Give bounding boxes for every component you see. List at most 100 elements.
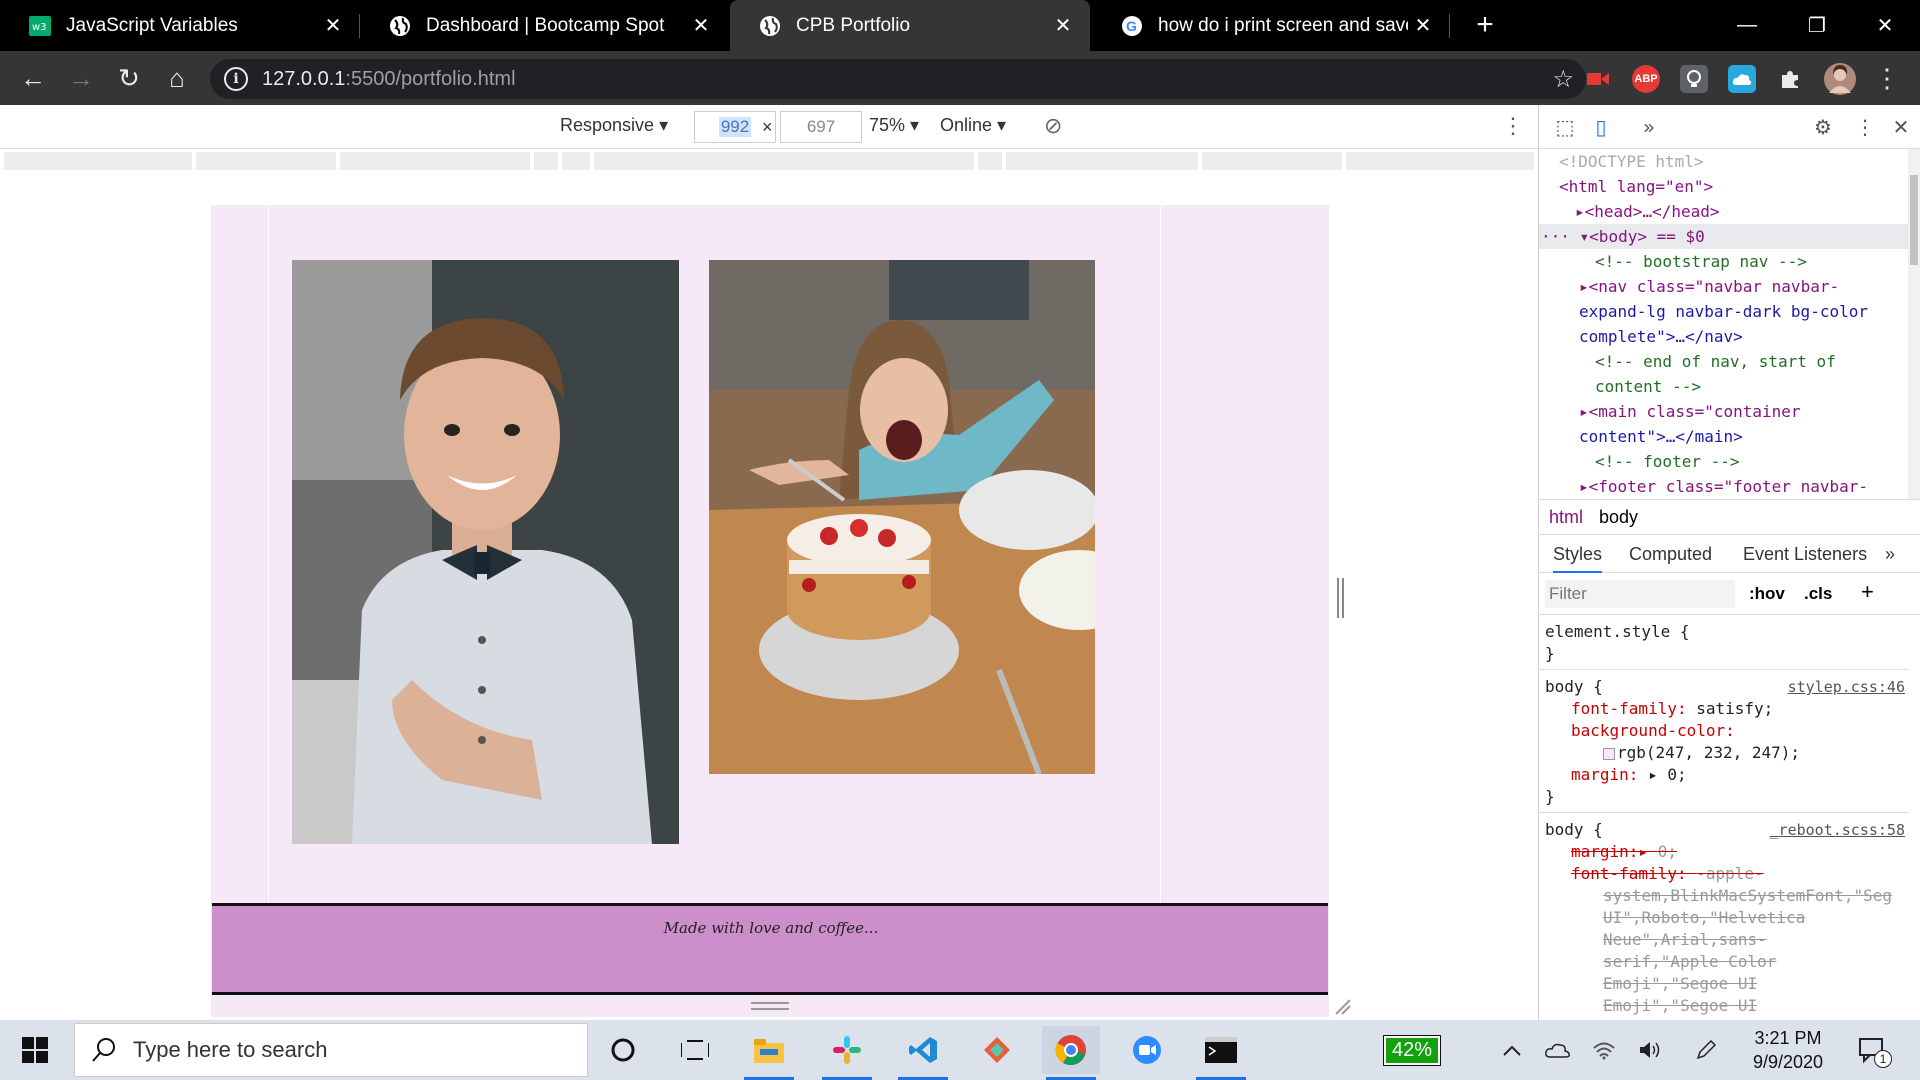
tab-title: JavaScript Variables (66, 14, 238, 36)
close-devtools-icon[interactable]: ✕ (1889, 115, 1913, 139)
zoom-icon[interactable] (1118, 1026, 1176, 1074)
viewport-corner-resize-handle[interactable] (1332, 996, 1352, 1016)
home-button[interactable]: ⌂ (158, 59, 196, 97)
start-button[interactable] (6, 1026, 64, 1074)
breadcrumb-body[interactable]: body (1599, 507, 1638, 528)
tab-computed[interactable]: Computed (1629, 544, 1712, 565)
settings-gear-icon[interactable]: ⚙ (1811, 115, 1835, 139)
browser-toolbar: ← → ↻ ⌂ i 127.0.0.1:5500/portfolio.html … (0, 51, 1920, 105)
media-query-bar (0, 149, 1538, 175)
notification-center-icon[interactable]: 1 (1852, 1020, 1892, 1080)
cls-toggle[interactable]: .cls (1804, 584, 1832, 604)
network-throttle-dropdown[interactable]: Online ▾ (940, 115, 1006, 136)
viewport-height-resize-handle[interactable] (751, 1002, 789, 1010)
pen-icon[interactable] (1690, 1020, 1722, 1080)
source-link[interactable]: stylep.css:46 (1788, 676, 1905, 698)
more-panels-icon[interactable]: » (1637, 115, 1661, 139)
elements-scrollbar[interactable] (1908, 149, 1920, 499)
forward-button[interactable]: → (62, 59, 100, 97)
search-icon (92, 1038, 115, 1062)
terminal-icon[interactable] (1192, 1026, 1250, 1080)
portfolio-page: Made with love and coffee... (211, 205, 1329, 1017)
reload-button[interactable]: ↻ (110, 59, 148, 97)
new-style-rule-button[interactable]: + (1861, 579, 1874, 605)
element-node[interactable]: ▸<main class="container (1539, 399, 1909, 424)
adblock-icon[interactable]: ABP (1632, 65, 1660, 93)
tab-styles[interactable]: Styles (1553, 544, 1603, 573)
bookmark-star-icon[interactable]: ☆ (1552, 65, 1574, 94)
device-mode-dropdown[interactable]: Responsive ▾ (560, 115, 668, 136)
tab-bootcamp-spot[interactable]: Dashboard | Bootcamp Spot ✕ (360, 0, 728, 51)
tab-cpb-portfolio[interactable]: CPB Portfolio ✕ (730, 0, 1090, 51)
close-tab-icon[interactable]: ✕ (686, 13, 716, 38)
cloud-ext-icon[interactable] (1728, 65, 1756, 93)
element-style-rule[interactable]: element.style { } (1539, 615, 1909, 670)
system-clock[interactable]: 3:21 PM 9/9/2020 (1748, 1026, 1828, 1074)
slack-icon[interactable] (818, 1026, 876, 1080)
rotate-icon[interactable]: ⊘ (1044, 113, 1062, 139)
show-hidden-icons-chevron[interactable] (1496, 1020, 1528, 1080)
close-tab-icon[interactable]: ✕ (1408, 13, 1438, 38)
taskbar-search-box[interactable]: Type here to search (74, 1023, 588, 1077)
viewport-width-resize-handle[interactable] (1337, 578, 1344, 618)
restore-button[interactable]: ❐ (1782, 0, 1852, 51)
element-node[interactable]: <!-- end of nav, start of (1539, 349, 1909, 374)
cortana-icon[interactable] (594, 1026, 652, 1074)
body-rule-stylep[interactable]: body { stylep.css:46 font-family: satisf… (1539, 670, 1909, 813)
styles-filter-input[interactable] (1545, 580, 1735, 608)
element-node[interactable]: <html lang="en"> (1539, 174, 1909, 199)
inspect-element-icon[interactable]: ⬚ (1553, 115, 1577, 139)
new-tab-button[interactable]: + (1466, 6, 1504, 44)
address-bar[interactable]: i 127.0.0.1:5500/portfolio.html ☆ (210, 59, 1586, 99)
google-icon: G (1120, 14, 1144, 38)
device-options-icon[interactable]: ⋮ (1502, 113, 1524, 139)
devtools-menu-icon[interactable]: ⋮ (1853, 115, 1877, 139)
vscode-icon[interactable] (894, 1026, 952, 1080)
zoom-dropdown[interactable]: 75% ▾ (869, 115, 919, 136)
camera-ext-icon[interactable] (1584, 65, 1612, 93)
body-rule-reboot[interactable]: body { _reboot.scss:58 margin:▸ 0; font-… (1539, 813, 1909, 1020)
breadcrumb-html[interactable]: html (1549, 507, 1583, 528)
clock-date: 9/9/2020 (1752, 1052, 1824, 1072)
clock-time: 3:21 PM (1754, 1028, 1822, 1048)
close-tab-icon[interactable]: ✕ (318, 13, 348, 38)
globe-icon (388, 14, 412, 38)
wifi-icon[interactable] (1588, 1020, 1620, 1080)
puzzle-icon[interactable] (1776, 65, 1804, 93)
close-tab-icon[interactable]: ✕ (1048, 13, 1078, 38)
site-info-icon[interactable]: i (224, 67, 248, 91)
tab-google-search[interactable]: G how do i print screen and save to ✕ (1092, 0, 1450, 51)
close-window-button[interactable]: ✕ (1850, 0, 1920, 51)
windows-taskbar: Type here to search 42% 3:21 PM 9/9/2020… (0, 1020, 1920, 1080)
tab-event-listeners[interactable]: Event Listeners (1743, 544, 1867, 565)
file-explorer-icon[interactable] (740, 1026, 798, 1080)
onedrive-icon[interactable] (1540, 1020, 1576, 1080)
element-node[interactable]: <!-- footer --> (1539, 449, 1909, 474)
device-toolbar-toggle-icon[interactable]: ▯ (1589, 115, 1613, 139)
hov-toggle[interactable]: :hov (1749, 584, 1785, 604)
chrome-icon[interactable] (1042, 1026, 1100, 1080)
gitkraken-icon[interactable] (968, 1026, 1026, 1074)
more-tabs-icon[interactable]: » (1885, 544, 1895, 565)
styles-filter-bar: :hov .cls + (1539, 573, 1920, 615)
element-node-cont: expand-lg navbar-dark bg-color (1579, 302, 1868, 321)
element-node[interactable]: ▸<head>…</head> (1539, 199, 1909, 224)
avatar[interactable] (1824, 63, 1856, 95)
volume-icon[interactable] (1634, 1020, 1666, 1080)
tab-javascript-variables[interactable]: w3 JavaScript Variables ✕ (0, 0, 360, 51)
source-link[interactable]: _reboot.scss:58 (1770, 819, 1905, 841)
element-node[interactable]: <!-- bootstrap nav --> (1539, 249, 1909, 274)
element-node[interactable]: <!DOCTYPE html> (1539, 149, 1909, 174)
task-view-icon[interactable] (666, 1026, 724, 1074)
battery-indicator[interactable]: 42% (1378, 1020, 1446, 1080)
footer-text: Made with love and coffee... (663, 919, 879, 937)
browser-menu-icon[interactable]: ⋮ (1868, 59, 1906, 97)
element-node[interactable]: ▸<nav class="navbar navbar- (1539, 274, 1909, 299)
bulb-ext-icon[interactable] (1680, 65, 1708, 93)
minimize-button[interactable]: — (1712, 0, 1782, 51)
back-button[interactable]: ← (14, 59, 52, 97)
color-swatch[interactable] (1603, 747, 1615, 760)
element-node[interactable]: ▸<footer class="footer navbar- (1539, 474, 1909, 499)
element-node-selected[interactable]: ··· ▾<body> == $0 (1539, 224, 1909, 249)
viewport-height-input[interactable]: 697 (780, 111, 862, 143)
